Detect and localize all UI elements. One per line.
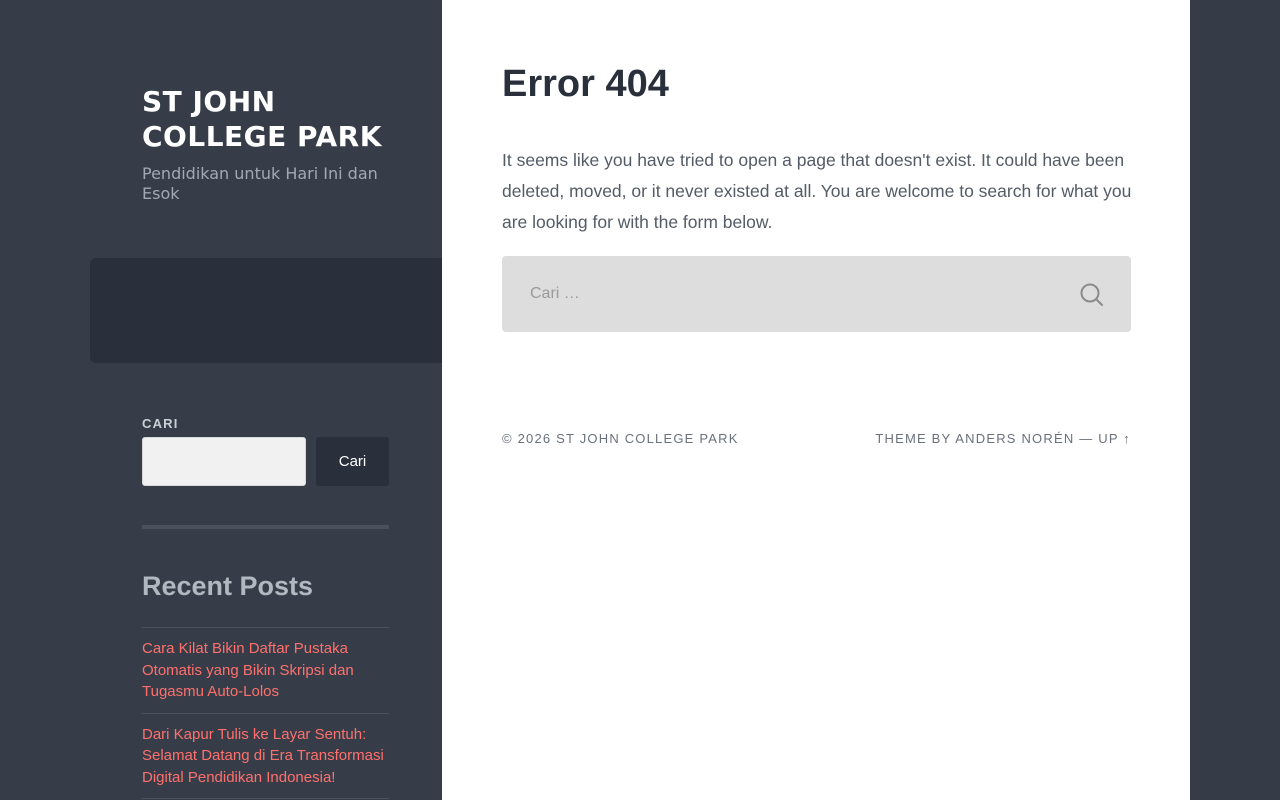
- footer-site-link[interactable]: ST JOHN COLLEGE PARK: [556, 431, 738, 446]
- navigation-panel: [90, 258, 442, 363]
- site-title[interactable]: ST JOHN COLLEGE PARK: [142, 84, 402, 154]
- sidebar-divider: [142, 525, 389, 529]
- search-input[interactable]: [502, 256, 1062, 332]
- search-submit-button[interactable]: [1077, 280, 1107, 310]
- recent-posts-title: Recent Posts: [142, 571, 314, 601]
- list-item: Dari Kapur Tulis ke Layar Sentuh: Selama…: [142, 712, 389, 799]
- recent-post-link[interactable]: Cara Kilat Bikin Daftar Pustaka Otomatis…: [142, 638, 389, 703]
- search-form: [502, 256, 1131, 332]
- main-content: Error 404 It seems like you have tried t…: [442, 0, 1190, 800]
- site-description: Pendidikan untuk Hari Ini dan Esok: [142, 164, 378, 203]
- page-title: Error 404: [502, 63, 669, 105]
- footer-copyright: © 2026 ST JOHN COLLEGE PARK: [502, 431, 739, 446]
- sidebar-search-button[interactable]: Cari: [316, 437, 389, 486]
- theme-by-text: THEME BY: [875, 431, 952, 446]
- page-background-right: [1190, 0, 1280, 800]
- copyright-text: © 2026: [502, 431, 552, 446]
- up-link[interactable]: UP ↑: [1098, 431, 1131, 446]
- error-message: It seems like you have tried to open a p…: [502, 150, 1132, 232]
- recent-posts-list: Cara Kilat Bikin Daftar Pustaka Otomatis…: [142, 627, 389, 799]
- page: ST JOHN COLLEGE PARK Pendidikan untuk Ha…: [0, 0, 1280, 800]
- sidebar-search-input[interactable]: [142, 437, 306, 486]
- list-item: Cara Kilat Bikin Daftar Pustaka Otomatis…: [142, 627, 389, 713]
- search-widget-title: CARI: [142, 416, 179, 431]
- footer-credits: THEME BY ANDERS NORÉN — UP ↑: [875, 431, 1131, 446]
- search-icon: [1077, 280, 1107, 310]
- sidebar: ST JOHN COLLEGE PARK Pendidikan untuk Ha…: [0, 0, 442, 800]
- recent-post-link[interactable]: Dari Kapur Tulis ke Layar Sentuh: Selama…: [142, 724, 389, 789]
- theme-author-link[interactable]: ANDERS NORÉN: [955, 431, 1074, 446]
- footer-separator: —: [1079, 431, 1094, 446]
